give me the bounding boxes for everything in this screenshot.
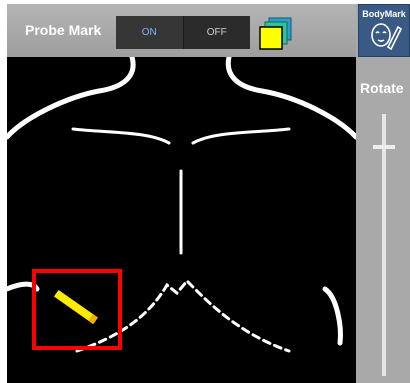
stacked-layers-icon[interactable] [257,16,295,52]
bodymark-button[interactable]: BodyMark [358,4,410,57]
costal-margin-dashed [75,278,291,353]
rotate-slider-track[interactable] [382,114,386,376]
bodymark-label: BodyMark [362,9,406,19]
probe-mark-off-button[interactable]: OFF [184,16,251,49]
torso-outline-left [7,57,136,140]
clavicle-right [191,127,291,145]
side-outline-right [322,286,343,346]
body-mark-canvas[interactable] [7,57,356,383]
probe-mark-title: Probe Mark [25,22,102,38]
head-pencil-icon [371,23,403,51]
probe-mark-on-button[interactable]: ON [116,16,184,49]
probe-marker [53,289,98,325]
clavicle-left [71,127,171,145]
probe-mark-toolbar: Probe Mark ON OFF [7,4,356,57]
rotate-slider-thumb[interactable] [373,145,395,150]
rotate-label: Rotate [360,80,404,96]
torso-outline-right [225,57,356,140]
side-panel: BodyMark Rotate [356,4,410,383]
probe-mark-toggle[interactable]: ON OFF [116,16,250,49]
